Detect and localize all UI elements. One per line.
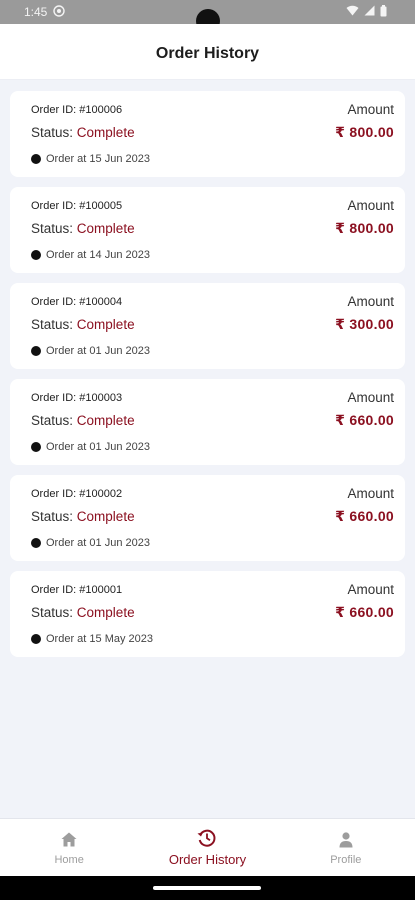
home-icon	[61, 830, 77, 850]
status-time: 1:45	[24, 5, 48, 19]
bottom-navigation: Home Order History Profile	[0, 818, 415, 876]
order-status: Status: Complete	[31, 125, 135, 140]
order-date-text: Order at 15 Jun 2023	[46, 153, 150, 165]
bullet-dot-icon	[31, 154, 41, 164]
amount-label: Amount	[347, 390, 394, 405]
order-card[interactable]: Order ID: #100002 Status: Complete Order…	[10, 475, 405, 561]
order-date-text: Order at 15 May 2023	[46, 633, 154, 645]
amount-value: ₹ 660.00	[335, 412, 394, 428]
app-bar: Order History	[0, 24, 415, 80]
nav-item-home[interactable]: Home	[0, 819, 138, 876]
wifi-icon	[346, 5, 359, 19]
order-date: Order at 01 Jun 2023	[31, 537, 150, 549]
amount-label: Amount	[347, 294, 394, 309]
cellular-signal-icon	[364, 5, 375, 19]
order-status: Status: Complete	[31, 509, 135, 524]
bullet-dot-icon	[31, 634, 41, 644]
bullet-dot-icon	[31, 346, 41, 356]
amount-value: ₹ 660.00	[335, 604, 394, 620]
bullet-dot-icon	[31, 538, 41, 548]
status-prefix: Status:	[31, 125, 74, 140]
amount-value: ₹ 800.00	[335, 220, 394, 236]
order-id: Order ID: #100003	[31, 392, 123, 404]
amount-label: Amount	[347, 582, 394, 597]
status-bar-right	[346, 4, 387, 20]
status-value: Complete	[76, 509, 135, 524]
amount-label: Amount	[347, 198, 394, 213]
nav-label-home: Home	[54, 853, 84, 866]
amount-value: ₹ 660.00	[335, 508, 394, 524]
bullet-dot-icon	[31, 250, 41, 260]
screen: 1:45 Order History Order ID: #100006 Sta…	[0, 0, 415, 900]
status-value: Complete	[76, 125, 135, 140]
order-date-text: Order at 01 Jun 2023	[46, 345, 150, 357]
amount-value: ₹ 800.00	[335, 124, 394, 140]
order-date: Order at 15 May 2023	[31, 633, 153, 645]
amount-label: Amount	[347, 486, 394, 501]
order-status: Status: Complete	[31, 221, 135, 236]
status-prefix: Status:	[31, 509, 74, 524]
order-id: Order ID: #100005	[31, 200, 123, 212]
notification-icon	[53, 4, 66, 20]
status-value: Complete	[76, 317, 135, 332]
order-date-text: Order at 01 Jun 2023	[46, 441, 150, 453]
order-status: Status: Complete	[31, 413, 135, 428]
system-gesture-bar	[0, 876, 415, 900]
order-date: Order at 01 Jun 2023	[31, 441, 150, 453]
order-list: Order ID: #100006 Status: Complete Order…	[10, 91, 405, 667]
order-id: Order ID: #100004	[31, 296, 123, 308]
nav-label-profile: Profile	[330, 853, 362, 866]
order-card[interactable]: Order ID: #100006 Status: Complete Order…	[10, 91, 405, 177]
page-title: Order History	[155, 44, 260, 62]
order-id: Order ID: #100001	[31, 584, 123, 596]
order-date: Order at 15 Jun 2023	[31, 153, 150, 165]
order-date-text: Order at 14 Jun 2023	[46, 249, 150, 261]
person-icon	[339, 830, 353, 850]
order-status: Status: Complete	[31, 605, 135, 620]
bullet-dot-icon	[31, 442, 41, 452]
status-prefix: Status:	[31, 317, 74, 332]
order-card[interactable]: Order ID: #100005 Status: Complete Order…	[10, 187, 405, 273]
nav-item-profile[interactable]: Profile	[277, 819, 415, 876]
nav-label-order-history: Order History	[168, 852, 247, 867]
amount-label: Amount	[347, 102, 394, 117]
status-prefix: Status:	[31, 221, 74, 236]
order-id: Order ID: #100006	[31, 104, 123, 116]
status-prefix: Status:	[31, 413, 74, 428]
amount-value: ₹ 300.00	[335, 316, 394, 332]
order-status: Status: Complete	[31, 317, 135, 332]
status-value: Complete	[76, 413, 135, 428]
order-card[interactable]: Order ID: #100003 Status: Complete Order…	[10, 379, 405, 465]
order-card[interactable]: Order ID: #100001 Status: Complete Order…	[10, 571, 405, 657]
order-date: Order at 01 Jun 2023	[31, 345, 150, 357]
nav-item-order-history[interactable]: Order History	[138, 819, 276, 876]
status-prefix: Status:	[31, 605, 74, 620]
home-gesture-handle[interactable]	[153, 886, 261, 890]
order-card[interactable]: Order ID: #100004 Status: Complete Order…	[10, 283, 405, 369]
order-id: Order ID: #100002	[31, 488, 123, 500]
order-date: Order at 14 Jun 2023	[31, 249, 150, 261]
history-icon	[197, 828, 217, 848]
status-bar-left: 1:45	[24, 4, 66, 20]
battery-icon	[380, 4, 387, 20]
status-value: Complete	[76, 605, 135, 620]
status-value: Complete	[76, 221, 135, 236]
order-date-text: Order at 01 Jun 2023	[46, 537, 150, 549]
